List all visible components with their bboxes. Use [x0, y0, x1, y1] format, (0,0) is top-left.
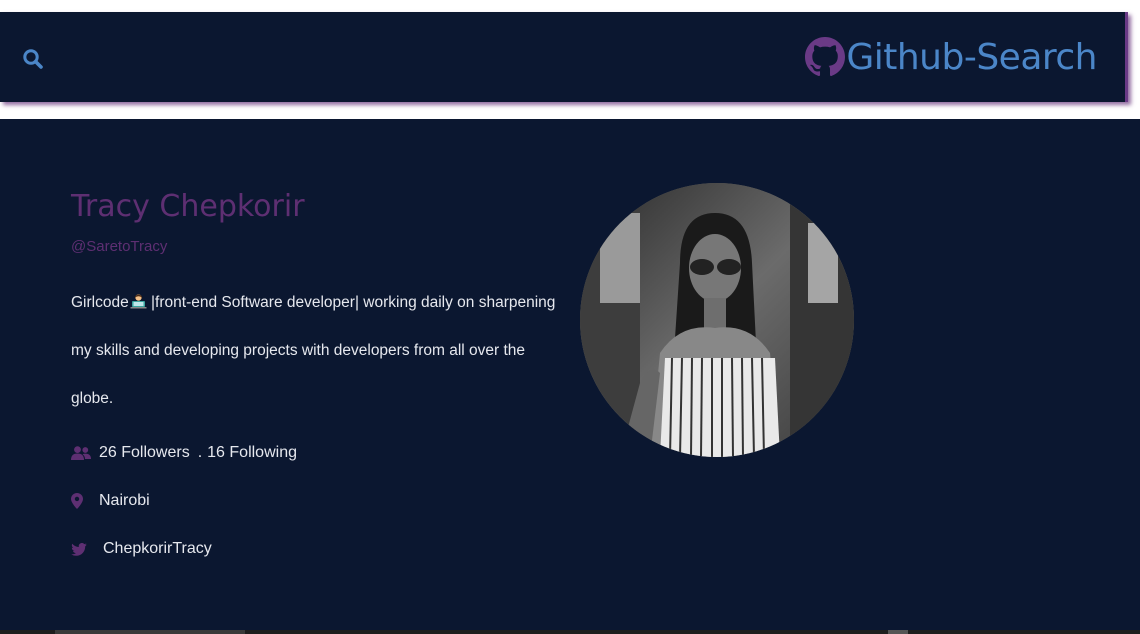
twitter-handle[interactable]: ChepkorirTracy: [103, 540, 212, 558]
twitter-row: ChepkorirTracy: [71, 540, 212, 558]
taskbar-item[interactable]: [55, 630, 245, 634]
user-bio: Girlcode |front-end Software developer| …: [71, 279, 561, 423]
users-icon: [71, 444, 91, 462]
taskbar-item[interactable]: [888, 630, 908, 634]
follow-counts: 26 Followers . 16 Following: [71, 444, 297, 462]
location-row: Nairobi: [71, 492, 150, 510]
taskbar: [0, 630, 1140, 634]
profile-section: Tracy Chepkorir @SaretoTracy Girlcode |f…: [0, 119, 1140, 631]
search-button[interactable]: [22, 48, 44, 70]
user-name: Tracy Chepkorir: [71, 189, 305, 224]
github-icon: [805, 37, 846, 77]
twitter-icon: [71, 540, 91, 558]
search-icon: [23, 49, 43, 69]
follow-separator: .: [197, 444, 203, 461]
following-count[interactable]: 16 Following: [207, 444, 297, 462]
user-login[interactable]: @SaretoTracy: [71, 238, 167, 255]
followers-count[interactable]: 26 Followers: [99, 444, 190, 462]
bio-text: |front-end Software developer| working d…: [71, 294, 556, 407]
brand-title: Github-Search: [846, 36, 1097, 78]
brand[interactable]: Github-Search: [805, 36, 1097, 78]
avatar: [580, 183, 854, 457]
woman-technologist-emoji-icon: [130, 294, 147, 309]
bio-prefix: Girlcode: [71, 294, 129, 311]
location-text: Nairobi: [99, 492, 150, 509]
map-marker-icon: [71, 492, 91, 510]
navbar: Github-Search: [0, 12, 1128, 102]
